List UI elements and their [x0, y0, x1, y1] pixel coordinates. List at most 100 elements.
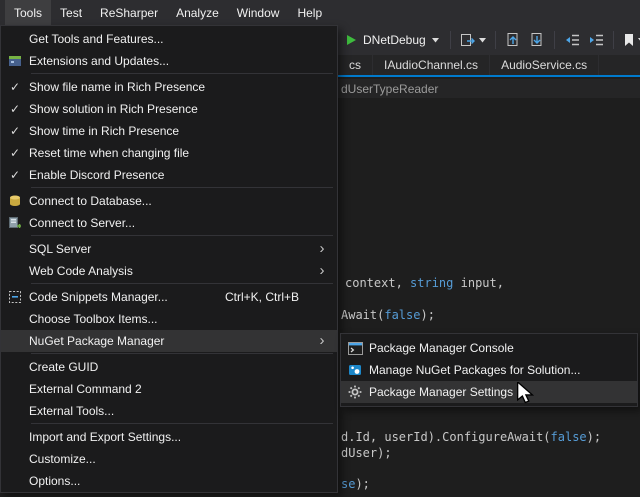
menubar-item-test[interactable]: Test: [51, 0, 91, 25]
code-token: input,: [453, 276, 504, 290]
extensions-icon: [1, 54, 29, 68]
menu-item-label: Web Code Analysis: [29, 264, 133, 278]
code-line: d.Id, userId).ConfigureAwait(false);: [341, 430, 601, 444]
menu-item-label: Package Manager Settings: [369, 385, 513, 399]
tools-menu-item-show-solution-in-rich-presence[interactable]: ✓Show solution in Rich Presence: [1, 98, 337, 120]
menubar-item-resharper[interactable]: ReSharper: [91, 0, 167, 25]
menu-item-label: Show file name in Rich Presence: [29, 80, 205, 94]
save-file-icon: [529, 32, 545, 48]
menu-separator: [31, 187, 333, 188]
new-query-icon: [460, 32, 476, 48]
menubar-item-help[interactable]: Help: [288, 0, 331, 25]
submenu-arrow-icon: ›: [311, 334, 333, 348]
tools-menu-item-show-time-in-rich-presence[interactable]: ✓Show time in Rich Presence: [1, 120, 337, 142]
tab-cs[interactable]: cs: [338, 55, 373, 75]
database-icon: [1, 194, 29, 208]
menu-separator: [31, 283, 333, 284]
code-token: se: [341, 477, 355, 491]
code-token: dUser);: [341, 446, 392, 460]
menu-shortcut: Ctrl+K, Ctrl+B: [225, 290, 311, 304]
code-line: dUser);: [341, 446, 392, 460]
snippets-icon: [1, 290, 29, 304]
submenu-arrow-icon: ›: [311, 242, 333, 256]
tools-menu-item-enable-discord-presence[interactable]: ✓Enable Discord Presence: [1, 164, 337, 186]
menu-item-label: Options...: [29, 474, 80, 488]
tools-menu-item-show-file-name-in-rich-presence[interactable]: ✓Show file name in Rich Presence: [1, 76, 337, 98]
indent-increase-icon: [588, 32, 604, 48]
nuget-submenu-item-manage-nuget-packages-for-solution[interactable]: Manage NuGet Packages for Solution...: [341, 359, 637, 381]
menu-item-label: Show time in Rich Presence: [29, 124, 179, 138]
code-token: Await(: [341, 308, 384, 322]
tools-menu: Get Tools and Features... Extensions and …: [0, 25, 338, 493]
tab-audioservice-cs[interactable]: AudioService.cs: [490, 55, 599, 75]
code-token: string: [410, 276, 453, 290]
menu-item-label: Create GUID: [29, 360, 98, 374]
check-icon: ✓: [1, 147, 29, 159]
tools-menu-item-create-guid[interactable]: Create GUID: [1, 356, 337, 378]
tools-menu-item-reset-time-when-changing-file[interactable]: ✓Reset time when changing file: [1, 142, 337, 164]
tools-menu-item-customize[interactable]: Customize...: [1, 448, 337, 470]
tools-menu-item-choose-toolbox-items[interactable]: Choose Toolbox Items...: [1, 308, 337, 330]
menu-separator: [31, 235, 333, 236]
code-token: d.Id, userId).ConfigureAwait(: [341, 430, 551, 444]
vs-window: ToolsTestReSharperAnalyzeWindowHelp DNet…: [0, 0, 640, 497]
check-icon: ✓: [1, 81, 29, 93]
nuget-icon: [341, 363, 369, 377]
code-line: context, string input,: [345, 276, 504, 290]
menu-item-label: Enable Discord Presence: [29, 168, 164, 182]
tools-menu-item-options[interactable]: Options...: [1, 470, 337, 492]
tools-menu-item-external-command-2[interactable]: External Command 2: [1, 378, 337, 400]
tools-menu-item-connect-to-server[interactable]: Connect to Server...: [1, 212, 337, 234]
indent-decrease-button[interactable]: [561, 29, 583, 51]
check-icon: ✓: [1, 103, 29, 115]
menubar-item-analyze[interactable]: Analyze: [167, 0, 228, 25]
nuget-submenu-item-package-manager-settings[interactable]: Package Manager Settings: [341, 381, 637, 403]
tools-menu-item-nuget-package-manager[interactable]: NuGet Package Manager›: [1, 330, 337, 352]
menu-item-label: Connect to Database...: [29, 194, 152, 208]
menubar-item-window[interactable]: Window: [228, 0, 289, 25]
new-query-button[interactable]: [457, 29, 489, 51]
menubar-item-tools[interactable]: Tools: [5, 0, 51, 25]
save-file-button[interactable]: [526, 29, 548, 51]
code-line: Await(false);: [341, 308, 435, 322]
breadcrumb[interactable]: dUserTypeReader: [341, 82, 438, 96]
open-file-button[interactable]: [502, 29, 524, 51]
code-line: se);: [341, 477, 370, 491]
submenu-arrow-icon: ›: [311, 264, 333, 278]
menu-item-label: Import and Export Settings...: [29, 430, 181, 444]
nuget-submenu-item-package-manager-console[interactable]: Package Manager Console: [341, 337, 637, 359]
code-token: );: [355, 477, 369, 491]
menu-item-label: Get Tools and Features...: [29, 32, 164, 46]
menu-item-label: Choose Toolbox Items...: [29, 312, 158, 326]
menu-item-label: Connect to Server...: [29, 216, 135, 230]
tab-iaudiochannel-cs[interactable]: IAudioChannel.cs: [373, 55, 490, 75]
tools-menu-item-import-and-export-settings[interactable]: Import and Export Settings...: [1, 426, 337, 448]
check-icon: ✓: [1, 125, 29, 137]
bookmark-icon: [623, 33, 635, 47]
code-token: );: [587, 430, 601, 444]
menu-item-label: Manage NuGet Packages for Solution...: [369, 363, 580, 377]
tools-menu-item-sql-server[interactable]: SQL Server ›: [1, 238, 337, 260]
indent-increase-button[interactable]: [585, 29, 607, 51]
console-icon: [341, 342, 369, 355]
code-token: false: [384, 308, 420, 322]
menu-item-label: External Tools...: [29, 404, 114, 418]
menu-item-label: SQL Server: [29, 242, 91, 256]
caret-down-icon: [432, 38, 439, 43]
tools-menu-item-code-snippets-manager[interactable]: Code Snippets Manager...Ctrl+K, Ctrl+B: [1, 286, 337, 308]
caret-down-icon: [479, 38, 486, 43]
menu-separator: [31, 423, 333, 424]
menu-item-label: Package Manager Console: [369, 341, 514, 355]
play-icon: [345, 34, 357, 46]
tools-menu-item-external-tools[interactable]: External Tools...: [1, 400, 337, 422]
menu-item-label: Extensions and Updates...: [29, 54, 169, 68]
menu-separator: [31, 353, 333, 354]
bookmark-button[interactable]: [620, 30, 640, 50]
tools-menu-item-extensions-and-updates[interactable]: Extensions and Updates...: [1, 50, 337, 72]
tools-menu-item-get-tools-and-features[interactable]: Get Tools and Features...: [1, 28, 337, 50]
toolbar-separator: [495, 31, 496, 49]
tools-menu-item-web-code-analysis[interactable]: Web Code Analysis ›: [1, 260, 337, 282]
tools-menu-item-connect-to-database[interactable]: Connect to Database...: [1, 190, 337, 212]
gear-icon: [341, 385, 369, 399]
debug-target-dropdown[interactable]: DNetDebug: [340, 31, 444, 49]
